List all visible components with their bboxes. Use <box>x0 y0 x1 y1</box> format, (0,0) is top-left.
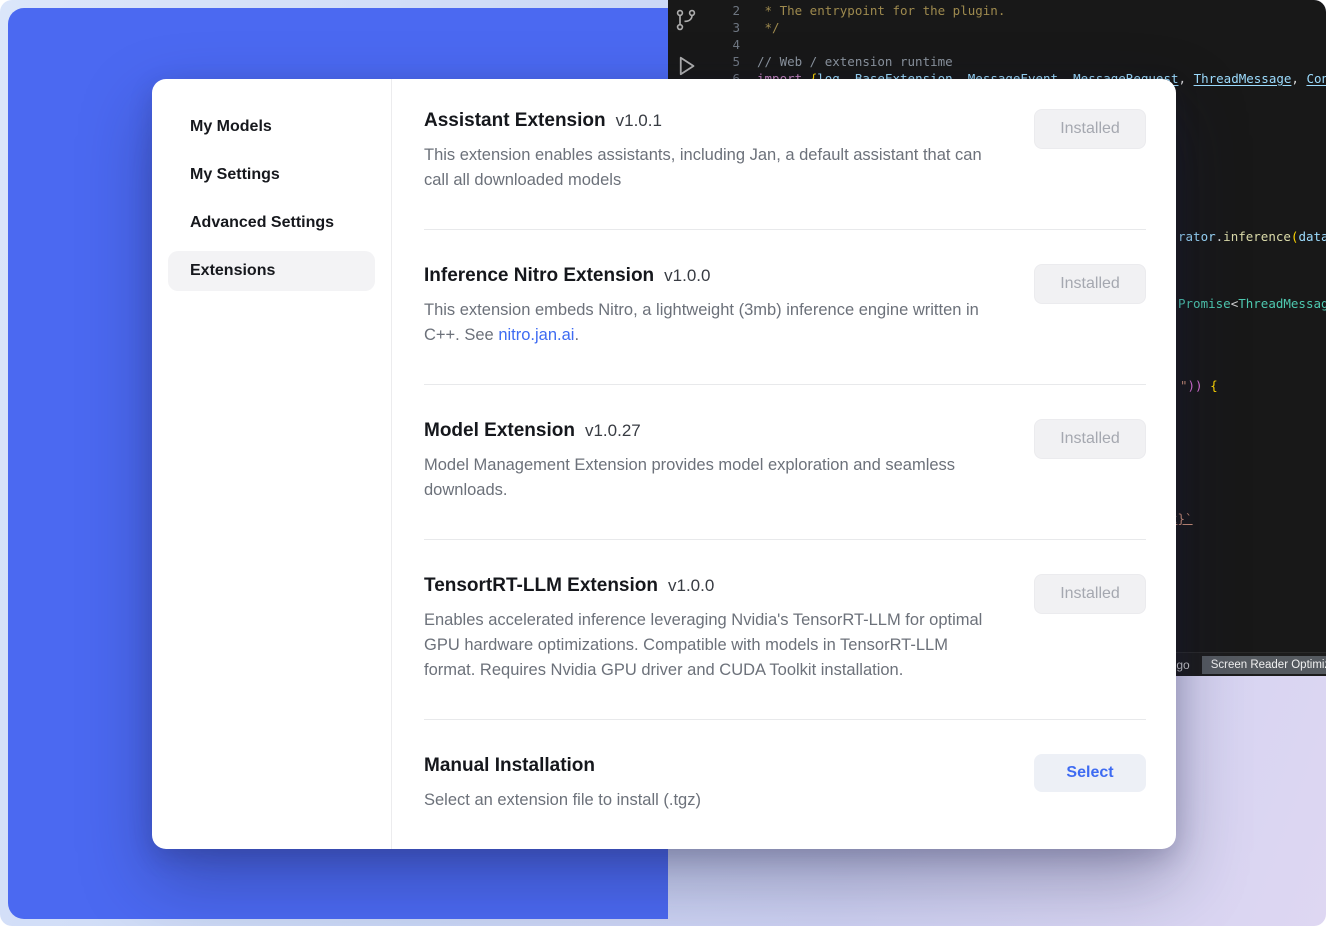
code-line: 3 */ <box>724 19 1326 36</box>
sidebar-item-my-models[interactable]: My Models <box>168 107 375 147</box>
extension-description: This extension enables assistants, inclu… <box>424 143 1002 193</box>
extension-title: Assistant Extension <box>424 110 606 131</box>
extension-info: Assistant Extension v1.0.1 This extension… <box>424 109 1002 193</box>
extension-title: Inference Nitro Extension <box>424 265 654 286</box>
code-fragment: rator.inference(data)); <box>1178 229 1326 244</box>
extension-info: Inference Nitro Extension v1.0.0 This ext… <box>424 264 1002 348</box>
extension-info: TensortRT-LLM Extension v1.0.0 Enables ac… <box>424 574 1002 683</box>
extension-info: Model Extension v1.0.27 Model Management … <box>424 419 1002 503</box>
sidebar-item-advanced-settings[interactable]: Advanced Settings <box>168 203 375 243</box>
extension-info: Manual Installation Select an extension … <box>424 754 701 813</box>
settings-sidebar: My Models My Settings Advanced Settings … <box>152 79 392 849</box>
code-line: 4 <box>724 36 1326 53</box>
sidebar-item-extensions[interactable]: Extensions <box>168 251 375 291</box>
extension-row-assistant: Assistant Extension v1.0.1 This extension… <box>424 83 1146 230</box>
extension-row-inference-nitro: Inference Nitro Extension v1.0.0 This ext… <box>424 230 1146 385</box>
settings-modal: My Models My Settings Advanced Settings … <box>152 79 1176 849</box>
extension-title-line: TensortRT-LLM Extension v1.0.0 <box>424 574 1002 598</box>
extension-version: v1.0.27 <box>585 421 641 440</box>
code-area: 2 * The entrypoint for the plugin.3 */4 … <box>724 2 1326 87</box>
desktop-background: 2 * The entrypoint for the plugin.3 */4 … <box>0 0 1326 926</box>
code-line: 2 * The entrypoint for the plugin. <box>724 2 1326 19</box>
code-line: 5// Web / extension runtime <box>724 53 1326 70</box>
extensions-list: Assistant Extension v1.0.1 This extension… <box>392 79 1176 849</box>
manual-installation-row: Manual Installation Select an extension … <box>424 720 1146 833</box>
extension-title-line: Inference Nitro Extension v1.0.0 <box>424 264 1002 288</box>
sidebar-item-my-settings[interactable]: My Settings <box>168 155 375 195</box>
extension-version: v1.0.0 <box>664 266 710 285</box>
extension-row-tensorrt-llm: TensortRT-LLM Extension v1.0.0 Enables ac… <box>424 540 1146 720</box>
extension-description: Enables accelerated inference leveraging… <box>424 608 1002 683</box>
extension-version: v1.0.1 <box>616 111 662 130</box>
installed-button[interactable]: Installed <box>1034 264 1146 304</box>
nitro-jan-ai-link[interactable]: nitro.jan.ai <box>498 326 574 344</box>
status-language-indicator[interactable]: go <box>1176 658 1189 672</box>
code-fragment: ")) { <box>1180 378 1218 393</box>
run-debug-icon[interactable] <box>674 54 698 78</box>
installed-button[interactable]: Installed <box>1034 419 1146 459</box>
extension-version: v1.0.0 <box>668 576 714 595</box>
source-control-icon[interactable] <box>674 8 698 32</box>
installed-button[interactable]: Installed <box>1034 109 1146 149</box>
manual-installation-description: Select an extension file to install (.tg… <box>424 788 701 813</box>
extension-title: Model Extension <box>424 420 575 441</box>
extension-title: TensortRT-LLM Extension <box>424 575 658 596</box>
extension-description: Model Management Extension provides mode… <box>424 453 1002 503</box>
manual-installation-title: Manual Installation <box>424 754 701 778</box>
screen-reader-optimized-status[interactable]: Screen Reader Optimized <box>1202 656 1326 674</box>
installed-button[interactable]: Installed <box>1034 574 1146 614</box>
select-file-button[interactable]: Select <box>1034 754 1146 792</box>
extension-title-line: Model Extension v1.0.27 <box>424 419 1002 443</box>
description-text: . <box>574 326 579 344</box>
extension-description: This extension embeds Nitro, a lightweig… <box>424 298 1002 348</box>
extension-title-line: Assistant Extension v1.0.1 <box>424 109 1002 133</box>
extension-row-model: Model Extension v1.0.27 Model Management … <box>424 385 1146 540</box>
code-fragment: Promise<ThreadMessage> <box>1178 296 1326 311</box>
